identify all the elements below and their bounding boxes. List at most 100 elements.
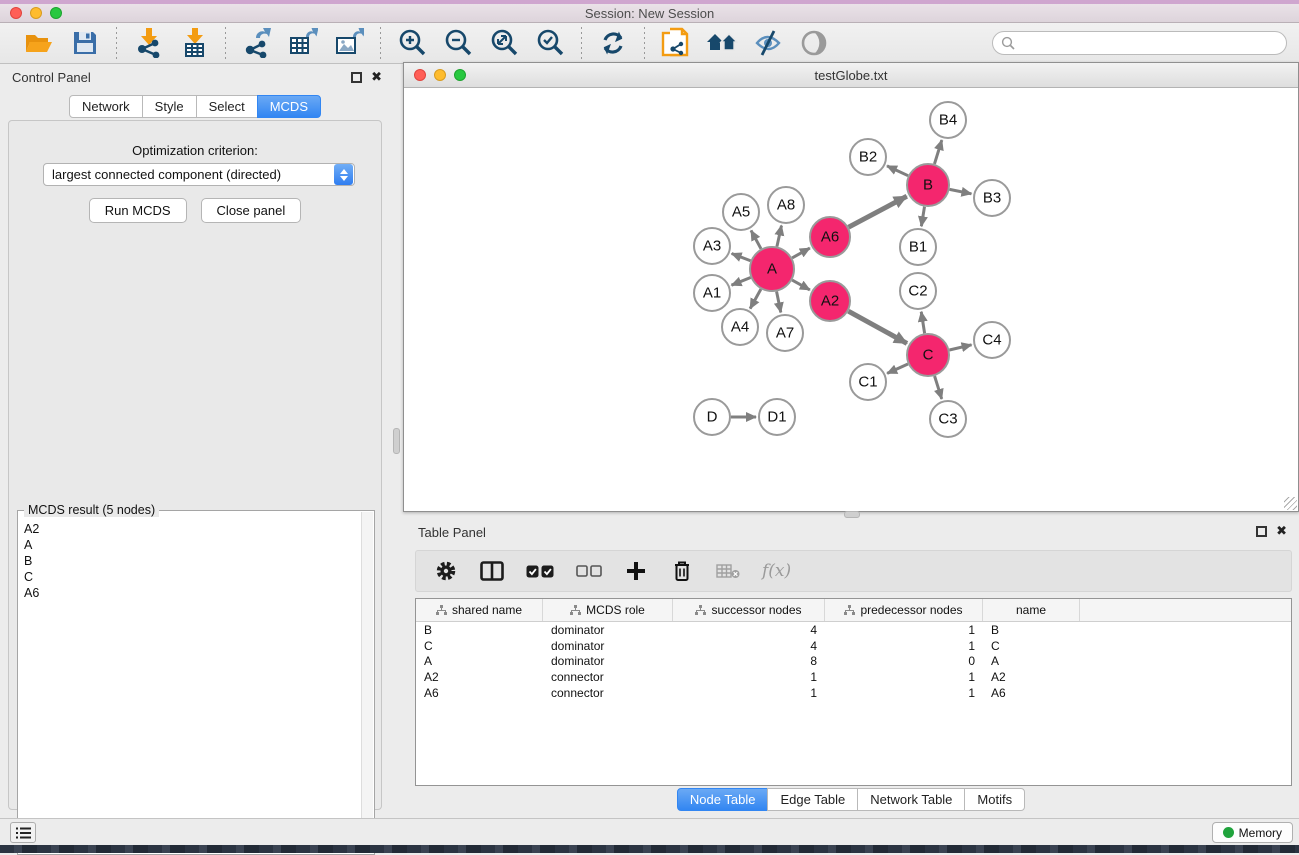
import-table-icon[interactable] <box>177 26 211 60</box>
table-cell[interactable]: A <box>983 654 1080 668</box>
graph-node-B[interactable]: B <box>907 164 949 206</box>
clone-network-icon[interactable] <box>659 26 693 60</box>
table-cell[interactable]: 4 <box>673 623 825 637</box>
mcds-result-item[interactable]: A <box>24 537 361 553</box>
criterion-dropdown[interactable]: largest connected component (directed) <box>43 163 355 186</box>
table-cell[interactable]: connector <box>543 686 673 700</box>
table-cell[interactable]: dominator <box>543 623 673 637</box>
tab-style[interactable]: Style <box>142 95 197 118</box>
mcds-result-scrollbar[interactable] <box>361 512 373 853</box>
table-row[interactable]: Bdominator41B <box>416 622 1291 638</box>
table-cell[interactable]: connector <box>543 670 673 684</box>
network-close-button[interactable] <box>414 69 426 81</box>
graph-node-B3[interactable]: B3 <box>974 180 1010 216</box>
refresh-view-icon[interactable] <box>596 26 630 60</box>
network-canvas[interactable]: AA6A2BCA1A3A4A5A7A8B1B2B3B4C1C2C3C4DD1 <box>404 88 1298 511</box>
open-session-icon[interactable] <box>22 26 56 60</box>
edge-B-B4[interactable] <box>934 140 941 164</box>
export-image-icon[interactable] <box>332 26 366 60</box>
window-resize-grip[interactable] <box>1284 497 1297 510</box>
network-minimize-button[interactable] <box>434 69 446 81</box>
horizontal-splitter-handle[interactable] <box>844 511 860 518</box>
show-eye-icon[interactable] <box>797 26 831 60</box>
graph-node-A8[interactable]: A8 <box>768 187 804 223</box>
graph-node-C1[interactable]: C1 <box>850 364 886 400</box>
table-cell[interactable]: 8 <box>673 654 825 668</box>
graph-node-A1[interactable]: A1 <box>694 275 730 311</box>
save-session-icon[interactable] <box>68 26 102 60</box>
edge-A-A1[interactable] <box>731 278 750 286</box>
table-cell[interactable]: dominator <box>543 654 673 668</box>
table-cell[interactable]: 4 <box>673 639 825 653</box>
graph-node-B2[interactable]: B2 <box>850 139 886 175</box>
close-panel-icon[interactable]: ✖ <box>371 69 382 85</box>
mcds-result-item[interactable]: B <box>24 553 361 569</box>
graph-node-C2[interactable]: C2 <box>900 273 936 309</box>
graph-node-A6[interactable]: A6 <box>810 217 850 257</box>
graph-node-A7[interactable]: A7 <box>767 315 803 351</box>
export-network-icon[interactable] <box>240 26 274 60</box>
table-cell[interactable]: 1 <box>825 670 983 684</box>
select-all-checks-icon[interactable] <box>526 556 554 586</box>
graph-node-A4[interactable]: A4 <box>722 309 758 345</box>
table-cell[interactable]: 1 <box>825 623 983 637</box>
delete-column-icon[interactable] <box>670 556 694 586</box>
edge-A6-B[interactable] <box>849 196 907 227</box>
edge-C-C2[interactable] <box>921 312 924 334</box>
column-view-icon[interactable] <box>480 556 504 586</box>
table-cell[interactable]: C <box>983 639 1080 653</box>
column-header-successor-nodes[interactable]: successor nodes <box>673 599 825 621</box>
table-cell[interactable]: B <box>416 623 543 637</box>
table-cell[interactable]: 1 <box>673 686 825 700</box>
gear-icon[interactable] <box>434 556 458 586</box>
table-cell[interactable]: 1 <box>825 686 983 700</box>
table-cell[interactable]: B <box>983 623 1080 637</box>
tab-network-table[interactable]: Network Table <box>857 788 965 811</box>
table-cell[interactable]: dominator <box>543 639 673 653</box>
import-network-icon[interactable] <box>131 26 165 60</box>
zoom-in-icon[interactable] <box>395 26 429 60</box>
function-builder-icon[interactable]: f(x) <box>762 556 791 586</box>
edge-C-C3[interactable] <box>935 376 942 399</box>
table-cell[interactable]: A6 <box>983 686 1080 700</box>
table-cell[interactable]: A <box>416 654 543 668</box>
table-row[interactable]: A6connector11A6 <box>416 685 1291 701</box>
column-header-predecessor-nodes[interactable]: predecessor nodes <box>825 599 983 621</box>
table-row[interactable]: Cdominator41C <box>416 638 1291 654</box>
mcds-result-list[interactable]: A2ABCA6 <box>19 515 361 853</box>
mcds-result-item[interactable]: A6 <box>24 585 361 601</box>
graph-node-A[interactable]: A <box>750 247 794 291</box>
mcds-result-item[interactable]: C <box>24 569 361 585</box>
table-cell[interactable]: 1 <box>825 639 983 653</box>
network-zoom-button[interactable] <box>454 69 466 81</box>
edge-B-B2[interactable] <box>887 166 908 176</box>
table-cell[interactable]: C <box>416 639 543 653</box>
table-row[interactable]: A2connector11A2 <box>416 669 1291 685</box>
minimize-window-button[interactable] <box>30 7 42 19</box>
graph-node-B1[interactable]: B1 <box>900 229 936 265</box>
tab-network[interactable]: Network <box>69 95 143 118</box>
zoom-selected-icon[interactable] <box>533 26 567 60</box>
edge-A-A2[interactable] <box>792 280 810 290</box>
column-header-name[interactable]: name <box>983 599 1080 621</box>
zoom-fit-icon[interactable] <box>487 26 521 60</box>
home-view-icon[interactable] <box>705 26 739 60</box>
edge-A-A6[interactable] <box>792 248 810 258</box>
table-cell[interactable]: 1 <box>673 670 825 684</box>
add-column-icon[interactable] <box>624 556 648 586</box>
network-window-titlebar[interactable]: testGlobe.txt <box>404 63 1298 88</box>
graph-node-A5[interactable]: A5 <box>723 194 759 230</box>
column-header-MCDS-role[interactable]: MCDS role <box>543 599 673 621</box>
edge-A-A5[interactable] <box>751 230 761 248</box>
column-header-shared-name[interactable]: shared name <box>416 599 543 621</box>
table-row[interactable]: Adominator80A <box>416 653 1291 669</box>
graph-node-B4[interactable]: B4 <box>930 102 966 138</box>
unselect-all-checks-icon[interactable] <box>576 556 602 586</box>
memory-button[interactable]: Memory <box>1212 822 1293 843</box>
run-mcds-button[interactable]: Run MCDS <box>89 198 187 223</box>
edge-A-A7[interactable] <box>777 292 781 313</box>
vertical-splitter-handle[interactable] <box>393 428 400 454</box>
zoom-out-icon[interactable] <box>441 26 475 60</box>
graph-node-D1[interactable]: D1 <box>759 399 795 435</box>
tab-node-table[interactable]: Node Table <box>677 788 769 811</box>
